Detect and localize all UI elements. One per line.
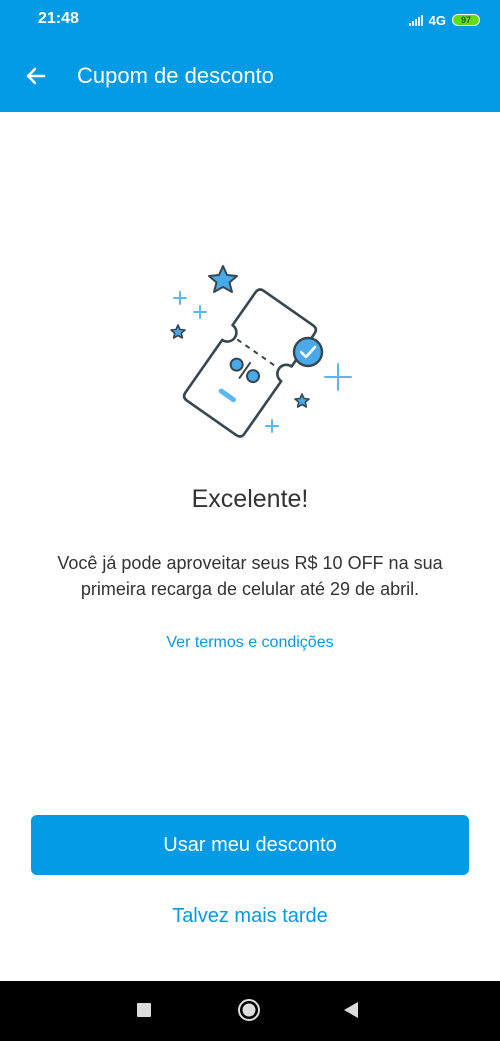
coupon-ticket-check-icon [170,265,352,438]
status-indicators: 4G 97 [408,11,480,29]
battery-level: 97 [460,15,471,25]
star-icon [208,265,238,293]
back-button[interactable] [18,58,54,94]
status-bar: 21:48 4G 97 [0,0,500,40]
arrow-back-icon [26,67,46,85]
signal-icon [408,14,423,26]
star-small-icon [170,324,186,339]
maybe-later-button[interactable]: Talvez mais tarde [0,905,500,928]
star-small-icon [294,393,310,408]
page-title: Cupom de desconto [77,63,274,88]
use-discount-button[interactable]: Usar meu desconto [31,815,469,875]
status-time: 21:48 [38,10,79,27]
app-bar: Cupom de desconto [0,40,500,112]
success-heading: Excelente! [191,485,309,513]
battery-icon: 97 [452,14,480,26]
terms-link[interactable]: Ver termos e condições [0,634,500,652]
back-icon[interactable] [343,1001,359,1019]
check-icon [292,336,324,368]
system-nav-bar [0,981,500,1041]
coupon-message: Você já pode aproveitar seus R$ 10 OFF n… [57,553,443,599]
home-icon[interactable] [237,998,261,1022]
network-type: 4G [428,12,446,28]
recents-icon[interactable] [137,1003,151,1017]
